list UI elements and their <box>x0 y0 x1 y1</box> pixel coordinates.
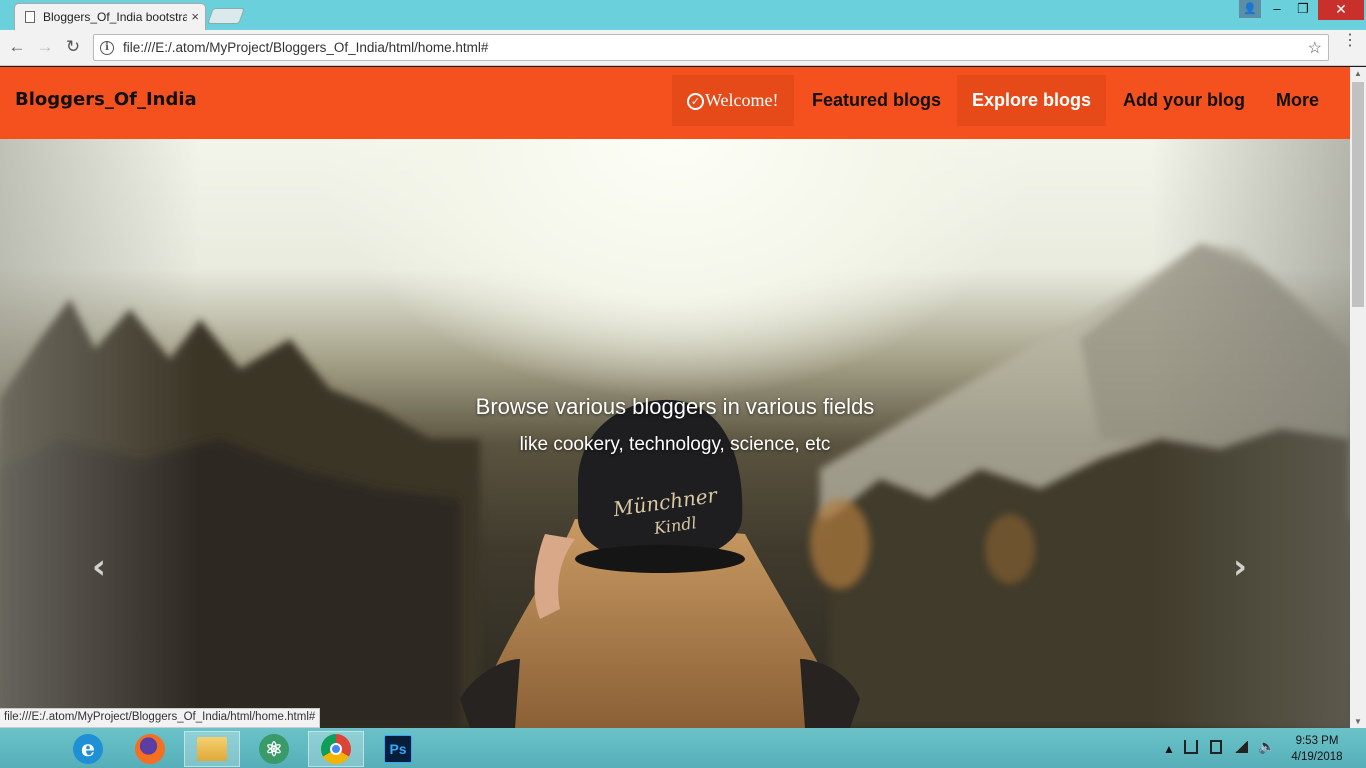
nav-welcome-label: Welcome! <box>705 90 779 110</box>
browser-toolbar: ← → ↻ i file:///E:/.atom/MyProject/Blogg… <box>0 30 1366 66</box>
signal-icon[interactable] <box>1234 741 1248 753</box>
clock-date: 4/19/2018 <box>1291 751 1343 763</box>
browser-tab[interactable]: Bloggers_Of_India bootstrap × <box>14 3 206 30</box>
taskbar-clock[interactable]: 9:53 PM 4/19/2018 <box>1285 733 1349 765</box>
chrome-icon <box>321 734 351 764</box>
scrollbar-thumb[interactable] <box>1352 82 1364 307</box>
new-tab-button[interactable] <box>207 8 245 24</box>
taskbar-photoshop[interactable]: Ps <box>370 731 426 767</box>
page-scrollbar[interactable]: ▲ ▼ <box>1350 67 1366 728</box>
url-text[interactable]: file:///E:/.atom/MyProject/Bloggers_Of_I… <box>123 40 1308 55</box>
address-bar[interactable]: i file:///E:/.atom/MyProject/Bloggers_Of… <box>93 34 1329 61</box>
windows-taskbar: e ⚛ Ps ▲ 🔈 <box>0 728 1366 768</box>
taskbar-atom[interactable]: ⚛ <box>246 731 302 767</box>
check-circle-icon: ✓ <box>687 93 704 110</box>
atom-icon: ⚛ <box>259 734 289 764</box>
tab-title: Bloggers_Of_India bootstrap <box>43 10 196 24</box>
close-tab-icon[interactable]: × <box>187 9 199 24</box>
folder-icon <box>197 737 227 761</box>
taskbar-file-explorer[interactable] <box>184 731 240 767</box>
nav-explore-blogs[interactable]: Explore blogs <box>957 75 1107 126</box>
web-page: Bloggers_Of_India ✓ Welcome! Featured blo… <box>0 67 1350 728</box>
hero-carousel: Münchner Kindl Browse various bloggers i… <box>0 139 1350 728</box>
browser-titlebar: Bloggers_Of_India bootstrap × 👤 – ❐ ✕ <box>0 0 1366 30</box>
browser-menu-icon[interactable]: ⋮ <box>1342 33 1358 49</box>
internet-explorer-icon: e <box>73 734 103 764</box>
status-bar-url: file:///E:/.atom/MyProject/Bloggers_Of_I… <box>0 708 321 728</box>
forward-button[interactable]: → <box>34 36 56 58</box>
bookmark-star-icon[interactable]: ☆ <box>1308 38 1322 58</box>
nav-more[interactable]: More <box>1261 75 1334 126</box>
minimize-button[interactable]: – <box>1264 0 1290 20</box>
firefox-icon <box>135 734 165 764</box>
back-button[interactable]: ← <box>6 36 28 58</box>
taskbar-chrome[interactable] <box>308 731 364 767</box>
carousel-caption-title: Browse various bloggers in various field… <box>475 394 875 419</box>
taskbar-internet-explorer[interactable]: e <box>60 731 116 767</box>
user-icon[interactable]: 👤 <box>1239 0 1261 18</box>
carousel-next-icon[interactable]: › <box>1233 547 1247 587</box>
info-icon[interactable]: i <box>100 40 114 55</box>
close-window-button[interactable]: ✕ <box>1318 0 1364 20</box>
site-brand[interactable]: Bloggers_Of_India <box>15 89 197 110</box>
carousel-prev-icon[interactable]: ‹ <box>92 547 106 587</box>
restore-button[interactable]: ❐ <box>1290 0 1316 20</box>
page-icon <box>25 11 35 23</box>
nav-add-your-blog[interactable]: Add your blog <box>1108 75 1260 126</box>
volume-icon[interactable]: 🔈 <box>1258 738 1275 755</box>
clock-time: 9:53 PM <box>1295 735 1339 747</box>
network-icon[interactable] <box>1184 740 1198 754</box>
carousel-caption: Browse various bloggers in various field… <box>0 394 1350 456</box>
tray-expand-icon[interactable]: ▲ <box>1163 742 1175 756</box>
carousel-caption-subtitle: like cookery, technology, science, etc <box>519 434 831 455</box>
taskbar-firefox[interactable] <box>122 731 178 767</box>
scroll-down-icon[interactable]: ▼ <box>1354 717 1362 726</box>
nav-welcome[interactable]: ✓ Welcome! <box>672 75 794 126</box>
site-navbar: Bloggers_Of_India ✓ Welcome! Featured blo… <box>0 67 1350 139</box>
battery-icon[interactable] <box>1210 740 1222 754</box>
reload-button[interactable]: ↻ <box>62 36 84 58</box>
nav-featured-blogs[interactable]: Featured blogs <box>797 75 956 126</box>
photoshop-icon: Ps <box>384 735 412 763</box>
scroll-up-icon[interactable]: ▲ <box>1354 69 1362 78</box>
